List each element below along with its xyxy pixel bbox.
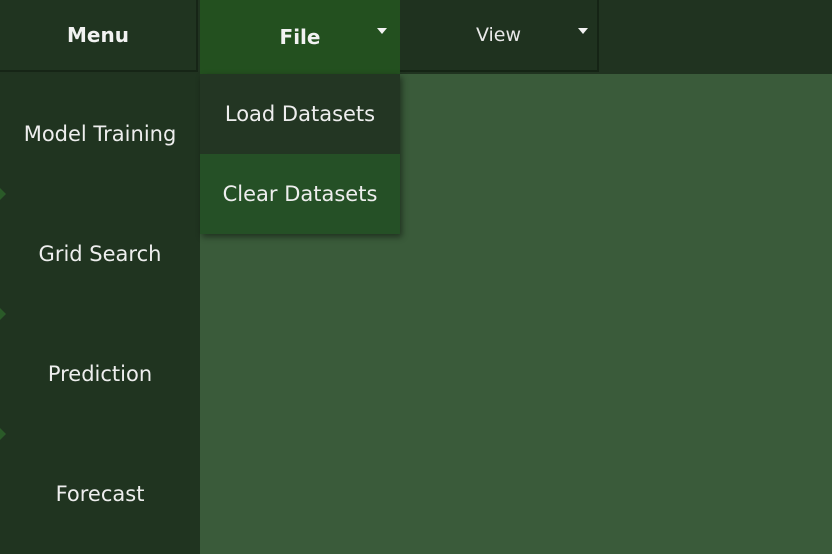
caret-down-icon (578, 28, 588, 34)
sidebar-item-forecast[interactable]: Forecast (0, 434, 200, 554)
menu-item-label: Clear Datasets (222, 182, 378, 206)
sidebar: Model Training Grid Search Prediction Fo… (0, 74, 200, 554)
app-window: Menu File View Model Training Grid Searc… (0, 0, 832, 554)
sidebar-item-grid-search[interactable]: Grid Search (0, 194, 200, 320)
menu-item-label: Load Datasets (224, 102, 376, 126)
file-menu-label: File (279, 25, 321, 49)
menu-item-load-datasets[interactable]: Load Datasets (200, 74, 400, 154)
view-menu-button[interactable]: View (400, 0, 599, 72)
file-dropdown-menu: Load Datasets Clear Datasets (200, 74, 400, 234)
caret-down-icon (377, 28, 387, 34)
file-menu-button[interactable]: File (200, 0, 400, 74)
menu-button-label: Menu (67, 23, 129, 47)
sidebar-item-model-training[interactable]: Model Training (0, 74, 200, 200)
sidebar-item-label: Forecast (55, 482, 145, 506)
sidebar-item-label: Prediction (47, 362, 153, 386)
view-menu-label: View (475, 24, 522, 46)
sidebar-item-prediction[interactable]: Prediction (0, 314, 200, 440)
sidebar-item-label: Grid Search (38, 242, 162, 266)
menu-button[interactable]: Menu (0, 0, 198, 72)
top-menu-bar: Menu File View (0, 0, 832, 74)
sidebar-item-label: Model Training (23, 122, 177, 146)
menu-item-clear-datasets[interactable]: Clear Datasets (200, 154, 400, 234)
